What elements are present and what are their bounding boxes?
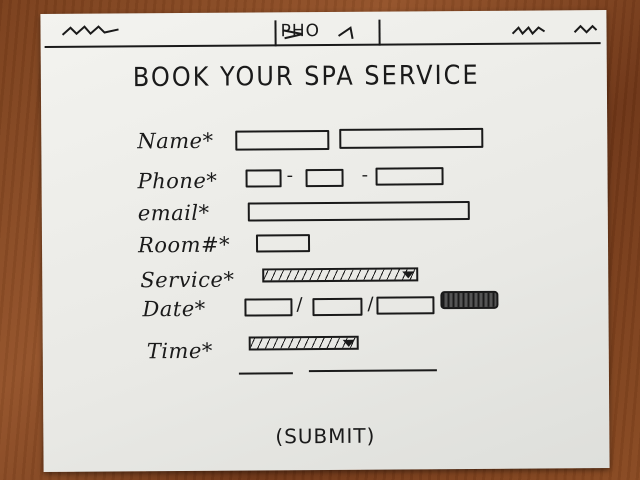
submit-button[interactable]: (SUBMIT) — [275, 424, 375, 449]
name-label: Name* — [137, 128, 214, 154]
phone-line-number-input[interactable] — [375, 167, 444, 186]
wireframe-sheet: PHO BOOK YOUR SPA SERVICE Name* Phone* -… — [40, 10, 610, 472]
calendar-icon[interactable] — [440, 290, 499, 310]
phone-separator: - — [361, 164, 369, 186]
date-separator: / — [367, 293, 374, 315]
room-number-label: Room#* — [137, 232, 231, 258]
chevron-down-icon — [402, 271, 415, 279]
service-dropdown[interactable] — [262, 267, 419, 283]
date-year-input[interactable] — [376, 296, 435, 315]
squiggle-icon — [573, 24, 598, 34]
room-number-input[interactable] — [255, 234, 311, 253]
email-label: email* — [137, 200, 210, 226]
time-dropdown[interactable] — [248, 335, 359, 351]
squiggle-icon — [511, 26, 546, 36]
first-name-input[interactable] — [235, 129, 330, 151]
header-left-bracket — [274, 20, 277, 47]
phone-prefix-input[interactable] — [305, 168, 344, 188]
last-name-input[interactable] — [339, 127, 484, 149]
date-day-input[interactable] — [312, 297, 363, 317]
chevron-down-icon — [342, 339, 355, 347]
page-title: BOOK YOUR SPA SERVICE — [132, 59, 480, 93]
time-placeholder-line — [308, 369, 437, 373]
email-input[interactable] — [247, 200, 470, 222]
date-month-input[interactable] — [244, 298, 293, 317]
header-right-bracket — [378, 19, 381, 46]
phone-area-code-input[interactable] — [245, 169, 282, 188]
date-label: Date* — [142, 296, 206, 322]
time-placeholder-line — [238, 372, 293, 375]
phone-label: Phone* — [137, 168, 218, 194]
header-scribble — [282, 26, 354, 40]
header-divider — [44, 42, 601, 48]
date-separator: / — [296, 294, 303, 316]
squiggle-icon — [61, 25, 119, 36]
phone-separator: - — [286, 165, 294, 187]
time-label: Time* — [146, 338, 213, 364]
service-label: Service* — [140, 267, 235, 293]
